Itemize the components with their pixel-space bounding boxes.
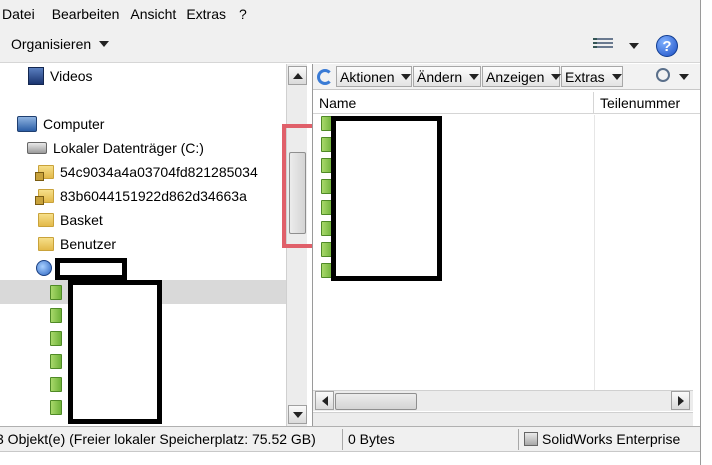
status-separator	[518, 429, 519, 450]
tree-item-vault[interactable]	[36, 257, 52, 279]
locked-folder-icon	[35, 165, 54, 181]
status-bar: 3 Objekt(e) (Freier lokaler Speicherplat…	[0, 426, 700, 451]
command-bar: Organisieren ?	[0, 28, 700, 63]
tree-item-folder[interactable]: 83b6044151922d862d34663a	[35, 185, 247, 207]
file-list-horizontal-scrollbar[interactable]	[313, 390, 693, 411]
solidworks-icon	[524, 432, 538, 446]
search-dropdown-icon[interactable]	[679, 74, 689, 80]
status-object-count: 3 Objekt(e) (Freier lokaler Speicherplat…	[0, 431, 316, 447]
pdm-toolbar: Aktionen Ändern Anzeigen Extras	[313, 64, 701, 90]
anzeigen-label: Anzeigen	[486, 68, 545, 85]
view-details-icon[interactable]	[593, 38, 613, 52]
status-app: SolidWorks Enterprise	[524, 431, 680, 447]
video-library-icon	[28, 67, 44, 85]
menu-extras[interactable]: Extras	[186, 6, 235, 22]
column-divider	[594, 115, 595, 390]
status-size: 0 Bytes	[348, 431, 395, 447]
tree-item-label: Basket	[60, 212, 103, 228]
menu-datei[interactable]: Datei	[2, 6, 44, 22]
scroll-left-button[interactable]	[315, 391, 334, 410]
aendern-label: Ändern	[417, 68, 463, 85]
folder-icon	[38, 213, 54, 227]
arrow-right-icon	[677, 395, 684, 406]
arrow-up-icon	[292, 72, 303, 79]
aendern-button[interactable]: Ändern	[413, 66, 481, 87]
menu-bar: Datei Bearbeiten Ansicht Extras ?	[0, 0, 700, 28]
bottom-strip	[0, 451, 700, 465]
view-dropdown-icon[interactable]	[629, 43, 639, 49]
tree-item-label: 54c9034a4a03704fd821285034	[60, 164, 258, 180]
chevron-down-icon	[401, 73, 412, 80]
arrow-down-icon	[292, 411, 303, 418]
vault-folder-icon	[50, 331, 62, 346]
organize-button[interactable]: Organisieren	[11, 36, 110, 52]
redacted-folder-names	[68, 280, 162, 424]
vault-folder-icon	[50, 400, 62, 415]
locked-folder-icon	[35, 189, 54, 205]
status-separator	[342, 429, 343, 450]
scroll-thumb[interactable]	[335, 393, 417, 410]
column-teilenummer-label: Teilenummer	[600, 95, 681, 111]
tree-item-label: Computer	[43, 116, 105, 132]
tree-item-label: 83b6044151922d862d34663a	[60, 188, 247, 204]
scroll-down-button[interactable]	[288, 405, 307, 424]
scroll-up-button[interactable]	[288, 66, 307, 85]
scroll-right-button[interactable]	[671, 391, 690, 410]
tree-item-folder[interactable]: 54c9034a4a03704fd821285034	[35, 161, 258, 183]
redacted-file-names	[331, 116, 442, 281]
extras-label: Extras	[565, 68, 605, 85]
tree-item-computer[interactable]: Computer	[17, 113, 104, 135]
aktionen-label: Aktionen	[340, 68, 395, 85]
folder-icon	[38, 237, 54, 251]
vault-folder-icon	[50, 354, 62, 369]
help-glyph: ?	[662, 38, 672, 55]
column-teilenummer[interactable]: Teilenummer	[594, 92, 701, 114]
chevron-down-icon	[611, 73, 622, 80]
chevron-down-icon	[469, 73, 480, 80]
column-name[interactable]: Name	[313, 92, 594, 114]
chevron-down-icon	[99, 41, 110, 47]
anzeigen-button[interactable]: Anzeigen	[482, 66, 562, 87]
redacted-vault-name	[55, 258, 127, 280]
tree-item-videos[interactable]: Videos	[28, 65, 93, 87]
vault-icon	[36, 260, 52, 276]
status-app-label: SolidWorks Enterprise	[542, 431, 681, 447]
vault-folder-icon	[50, 377, 62, 392]
refresh-icon[interactable]	[317, 69, 333, 85]
column-headers: Name Teilenummer	[313, 92, 701, 114]
menu-help[interactable]: ?	[239, 6, 256, 22]
extras-button[interactable]: Extras	[561, 66, 623, 87]
tree-item-label: Lokaler Datenträger (C:)	[53, 140, 204, 156]
tree-item-label: Benutzer	[60, 236, 117, 252]
menu-ansicht[interactable]: Ansicht	[130, 6, 185, 22]
tree-item-drive-c[interactable]: Lokaler Datenträger (C:)	[27, 137, 204, 159]
menu-bearbeiten[interactable]: Bearbeiten	[52, 6, 129, 22]
drive-icon	[27, 142, 47, 154]
window-edge	[700, 0, 712, 465]
vault-folder-icon	[50, 285, 62, 300]
aktionen-button[interactable]: Aktionen	[336, 66, 412, 87]
secondary-scrollbar[interactable]	[313, 412, 693, 426]
arrow-left-icon	[321, 395, 328, 406]
tree-item-folder[interactable]: Basket	[38, 209, 103, 231]
computer-icon	[17, 116, 37, 132]
search-icon[interactable]	[656, 68, 670, 82]
chevron-down-icon	[551, 73, 562, 80]
tree-item-folder[interactable]: Benutzer	[38, 233, 116, 255]
help-icon[interactable]: ?	[656, 35, 678, 57]
organize-label: Organisieren	[11, 36, 92, 52]
column-name-label: Name	[319, 95, 357, 111]
tree-item-label: Videos	[50, 68, 93, 84]
vault-folder-icon	[50, 308, 62, 323]
